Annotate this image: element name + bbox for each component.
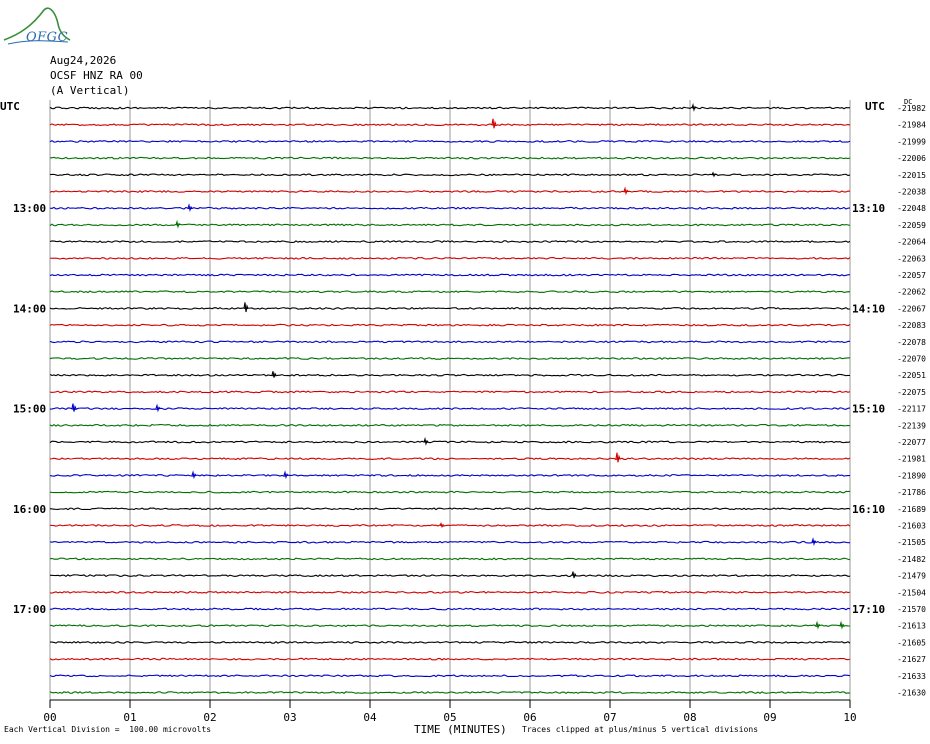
seismogram-chart: 00 01 02 03 04 05 06 07 08 09 10-21982-21984-21999…	[13, 100, 926, 724]
dc-offset-label: -22051	[897, 371, 926, 380]
dc-offset-label: -21504	[897, 588, 926, 597]
right-hour-label: 15:10	[852, 403, 885, 416]
dc-offset-label: -22038	[897, 188, 926, 197]
dc-offset-label: -22048	[897, 204, 926, 213]
left-hour-label: 13:00	[13, 202, 46, 215]
dc-offset-label: -21613	[897, 622, 926, 631]
dc-offset-label: -21570	[897, 605, 926, 614]
right-hour-label: 17:10	[852, 603, 885, 616]
dc-offset-label: -21633	[897, 672, 926, 681]
right-utc-label: UTC	[865, 100, 885, 113]
trace-spike	[839, 620, 845, 630]
dc-offset-label: -21689	[897, 505, 926, 514]
label-group: 00 01 02 03 04 05 06 07 08 09 10-21982-21984-21999…	[13, 104, 926, 724]
left-utc-label: UTC	[0, 100, 20, 113]
trace-spike	[711, 171, 717, 178]
x-tick-label: 02	[203, 711, 216, 724]
logo-text: OFGC	[26, 30, 69, 45]
x-axis-title: TIME (MINUTES)	[414, 723, 507, 736]
left-hour-label: 16:00	[13, 503, 46, 516]
clip-note: Traces clipped at plus/minus 5 vertical …	[522, 725, 759, 734]
dc-offset-label: -21627	[897, 655, 926, 664]
header-station: OCSF HNZ RA 00	[50, 69, 143, 82]
x-tick-label: 04	[363, 711, 377, 724]
trace-spike	[271, 371, 277, 378]
dc-offset-label: -22078	[897, 338, 926, 347]
trace-spike	[571, 571, 577, 579]
dc-offset-label: -21479	[897, 572, 926, 581]
trace-spike	[615, 452, 621, 463]
dc-offset-label: -22064	[897, 238, 926, 247]
dc-offset-label: -22015	[897, 171, 926, 180]
dc-offset-label: -22070	[897, 355, 926, 364]
dc-offset-label: -21981	[897, 455, 926, 464]
scale-note: Each Vertical Division = 100.00 microvol…	[4, 725, 212, 734]
right-hour-label: 13:10	[852, 202, 885, 215]
dc-offset-label: -21605	[897, 638, 926, 647]
dc-offset-label: -22063	[897, 254, 926, 263]
dc-offset-label: -22075	[897, 388, 926, 397]
x-tick-label: 06	[523, 711, 536, 724]
trace-spike	[691, 102, 697, 112]
dc-offset-label: -21603	[897, 522, 926, 531]
trace-spike	[175, 219, 181, 229]
dc-offset-label: -22059	[897, 221, 926, 230]
header-component: (A Vertical)	[50, 84, 130, 97]
dc-offset-label: -22117	[897, 405, 926, 414]
dc-offset-label: -21630	[897, 689, 926, 698]
dc-offset-label: -22062	[897, 288, 926, 297]
x-tick-label: 08	[683, 711, 696, 724]
header-date: Aug24,2026	[50, 54, 117, 67]
left-hour-label: 17:00	[13, 603, 46, 616]
trace-spike	[491, 118, 497, 129]
dc-offset-label: -22057	[897, 271, 926, 280]
right-hour-label: 16:10	[852, 503, 885, 516]
left-hour-label: 14:00	[13, 302, 46, 315]
trace-spike	[623, 186, 629, 196]
trace-spike	[811, 537, 817, 547]
dc-offset-label: -21999	[897, 137, 926, 146]
dc-offset-label: -22067	[897, 304, 926, 313]
dc-offset-label: -21505	[897, 538, 926, 547]
right-hour-label: 14:10	[852, 302, 885, 315]
trace-spike	[187, 203, 193, 213]
trace-spike	[243, 302, 249, 313]
x-tick-label: 07	[603, 711, 616, 724]
trace-spike	[71, 403, 77, 412]
trace-spike	[423, 436, 429, 446]
dc-offset-label: -21786	[897, 488, 926, 497]
ofgc-logo: OFGC	[2, 4, 72, 48]
dc-label: DC	[904, 98, 913, 106]
x-tick-label: 01	[123, 711, 136, 724]
dc-offset-label: -21482	[897, 555, 926, 564]
x-tick-label: 03	[283, 711, 296, 724]
x-tick-label: 00	[43, 711, 56, 724]
x-tick-label: 09	[763, 711, 776, 724]
dc-offset-label: -22083	[897, 321, 926, 330]
left-hour-label: 15:00	[13, 403, 46, 416]
x-tick-label: 10	[843, 711, 856, 724]
dc-offset-label: -22077	[897, 438, 926, 447]
dc-offset-label: -22006	[897, 154, 926, 163]
dc-offset-label: -21890	[897, 471, 926, 480]
dc-offset-label: -21984	[897, 121, 926, 130]
dc-offset-label: -22139	[897, 421, 926, 430]
